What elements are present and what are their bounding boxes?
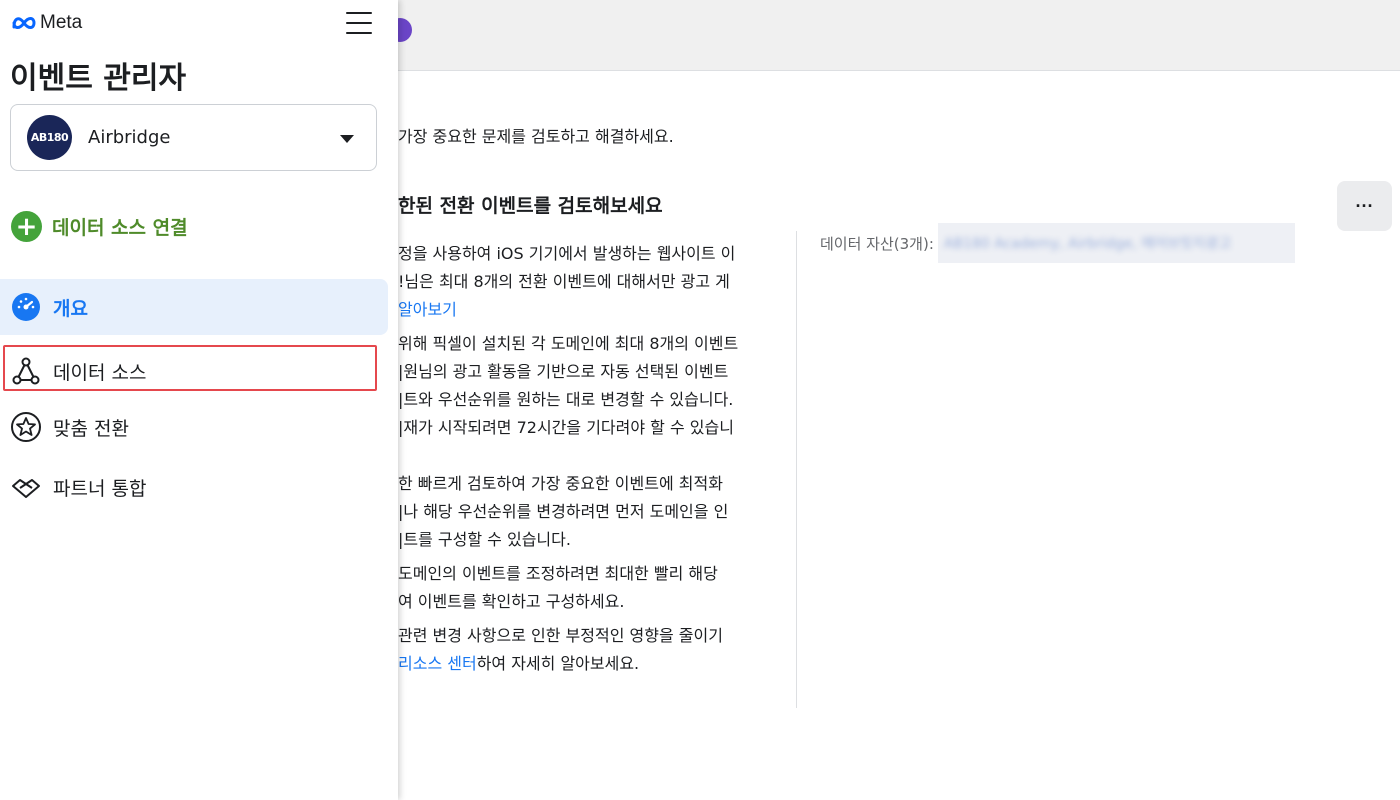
plus-circle-icon: + <box>11 211 42 242</box>
paragraph-line: 정을 사용하여 iOS 기기에서 발생하는 웹사이트 이 <box>398 244 736 263</box>
sidebar: Meta 이벤트 관리자 AB180 Airbridge + 데이터 소스 연결… <box>0 0 398 800</box>
connect-data-source-button[interactable]: + 데이터 소스 연결 <box>11 211 188 242</box>
data-assets-value[interactable]: AB180 Academy, Airbridge, 에어브릿지광고 <box>937 223 1295 263</box>
connect-data-source-label: 데이터 소스 연결 <box>52 217 188 239</box>
paragraph-line: |트와 우선순위를 원하는 대로 변경할 수 있습니다. <box>398 390 734 409</box>
sidebar-item-partner-integrations[interactable]: 파트너 통합 <box>0 459 388 515</box>
data-assets-label: 데이터 자산(3개): <box>820 234 934 253</box>
sidebar-item-label: 파트너 통합 <box>53 477 147 500</box>
description: 정을 사용하여 iOS 기기에서 발생하는 웹사이트 이 !님은 최대 8개의 … <box>398 240 778 684</box>
paragraph-line: |나 해당 우선순위를 변경하려면 먼저 도메인을 인 <box>398 502 729 521</box>
hamburger-icon[interactable] <box>346 12 374 38</box>
sidebar-item-overview[interactable]: 개요 <box>0 279 388 335</box>
paragraph-line: 한 빠르게 검토하여 가장 중요한 이벤트에 최적화 <box>398 474 723 493</box>
star-badge-icon <box>10 411 42 443</box>
more-options-button[interactable]: ··· <box>1337 181 1392 231</box>
paragraph-line: !님은 최대 8개의 전환 이벤트에 대해서만 광고 게 <box>398 272 730 291</box>
handshake-icon <box>10 471 42 503</box>
section-title: 한된 전환 이벤트를 검토해보세요 <box>398 195 663 217</box>
account-name: Airbridge <box>88 127 171 148</box>
paragraph-line: 도메인의 이벤트를 조정하려면 최대한 빨리 해당 <box>398 564 718 583</box>
caret-down-icon <box>340 135 354 143</box>
account-avatar: AB180 <box>27 115 72 160</box>
sidebar-item-custom-conversions[interactable]: 맞춤 전환 <box>0 399 388 455</box>
paragraph-line: 관련 변경 사항으로 인한 부정적인 영향을 줄이기 <box>398 626 723 645</box>
page-title: 이벤트 관리자 <box>10 61 187 96</box>
meta-infinity-icon <box>12 17 36 29</box>
intro-text: 가장 중요한 문제를 검토하고 해결하세요. <box>398 127 674 146</box>
logo-text: Meta <box>40 12 83 33</box>
speedometer-icon <box>10 291 42 323</box>
paragraph-line: |원님의 광고 활동을 기반으로 자동 선택된 이벤트 <box>398 362 729 381</box>
resource-center-link[interactable]: 리소스 센터 <box>398 654 477 673</box>
learn-more-link[interactable]: 알아보기 <box>398 300 457 319</box>
paragraph-line: |트를 구성할 수 있습니다. <box>398 530 571 549</box>
data-assets: 데이터 자산(3개): AB180 Academy, Airbridge, 에어… <box>820 223 1295 263</box>
paragraph-line: 위해 픽셀이 설치된 각 도메인에 최대 8개의 이벤트 <box>398 334 739 353</box>
sidebar-item-data-sources[interactable]: 데이터 소스 <box>0 343 388 399</box>
account-selector[interactable]: AB180 Airbridge <box>10 104 377 171</box>
paragraph-line: 알아보기 <box>398 296 778 324</box>
meta-logo[interactable]: Meta <box>10 12 82 34</box>
sidebar-item-label: 맞춤 전환 <box>53 417 129 440</box>
paragraph-line: 리소스 센터하여 자세히 알아보세요. <box>398 654 640 673</box>
paragraph-line: 여 이벤트를 확인하고 구성하세요. <box>398 592 625 611</box>
paragraph-line: |재가 시작되려면 72시간을 기다려야 할 수 있습니 <box>398 418 734 437</box>
sidebar-item-label: 데이터 소스 <box>53 361 147 384</box>
column-divider <box>796 231 797 708</box>
network-nodes-icon <box>10 355 42 387</box>
sidebar-item-label: 개요 <box>53 297 88 320</box>
